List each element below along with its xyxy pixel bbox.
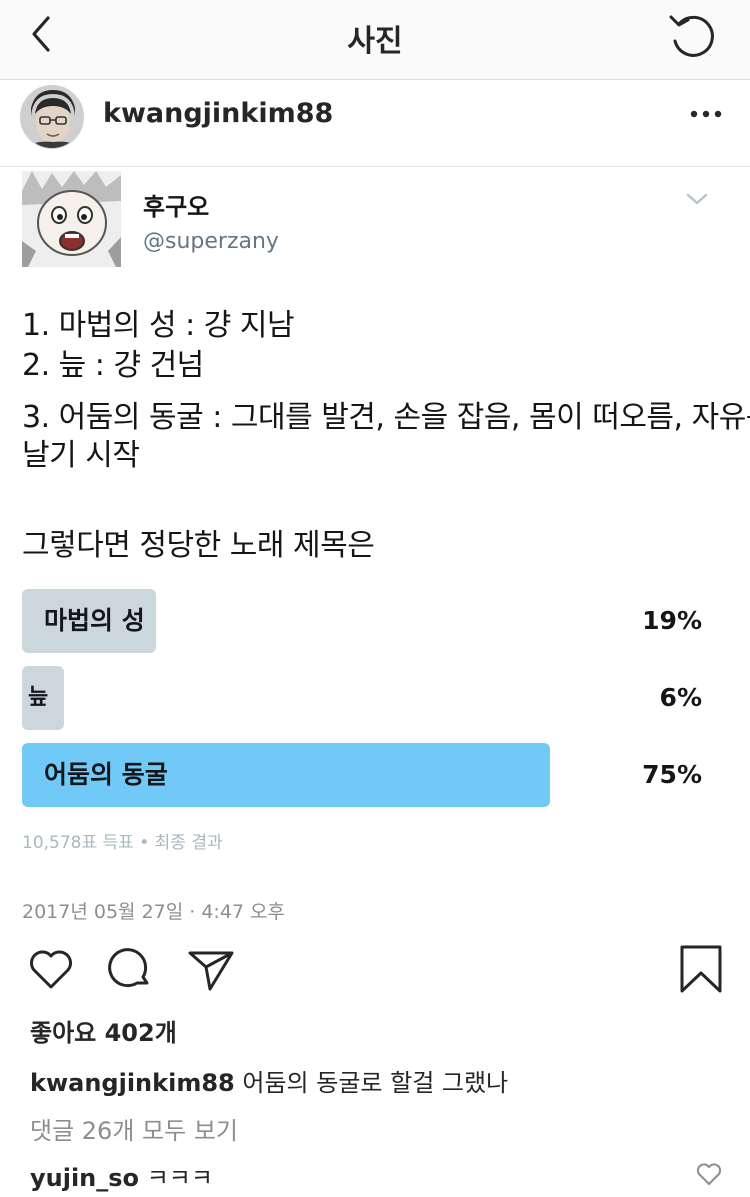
post-image[interactable]: 후구오 @superzany 1. 마법의 성 : 걍 지남 2. 늪 : 걍 … <box>0 167 750 933</box>
tweet-text-line: 2. 늪 : 걍 건넘 <box>22 348 204 383</box>
poll-option-label: 마법의 성 <box>44 606 145 635</box>
more-horizontal-icon[interactable] <box>686 102 726 126</box>
comment-text: ㅋㅋㅋ <box>146 1164 213 1192</box>
page-title: 사진 <box>347 24 403 59</box>
bookmark-icon[interactable] <box>674 943 728 995</box>
view-all-comments-link[interactable]: 댓글 26개 모두 보기 <box>30 1111 238 1146</box>
tweet-avatar <box>22 171 121 267</box>
top-nav-bar: 사진 <box>0 0 750 80</box>
caption-username[interactable]: kwangjinkim88 <box>30 1069 235 1097</box>
tweet-display-name: 후구오 <box>143 193 210 221</box>
poll-option-label: 어둠의 동굴 <box>44 760 168 789</box>
tweet-handle: @superzany <box>143 229 279 254</box>
poll-option-percent: 19% <box>642 606 702 635</box>
heart-icon[interactable] <box>694 1160 724 1188</box>
post-caption: kwangjinkim88 어둠의 동굴로 할걸 그랬나 <box>30 1063 508 1098</box>
poll-option-percent: 6% <box>659 683 702 712</box>
post-header: kwangjinkim88 <box>0 80 750 167</box>
comment-icon[interactable] <box>104 943 158 995</box>
avatar[interactable] <box>20 85 84 149</box>
heart-icon[interactable] <box>24 943 78 995</box>
poll-option-label: 늪 <box>28 685 49 710</box>
send-icon[interactable] <box>184 943 238 995</box>
comment: yujin_so ㅋㅋㅋ <box>30 1158 213 1193</box>
post-username[interactable]: kwangjinkim88 <box>103 98 333 129</box>
caption-text: 어둠의 동굴로 할걸 그랬나 <box>242 1069 509 1097</box>
refresh-icon[interactable] <box>664 8 720 60</box>
like-count[interactable]: 좋아요 402개 <box>30 1013 177 1048</box>
post-actions <box>0 933 750 1003</box>
tweet-timestamp: 2017년 05월 27일 · 4:47 오후 <box>22 901 286 923</box>
poll-meta: 10,578표 득표 • 최종 결과 <box>22 833 223 853</box>
chevron-down-icon <box>684 189 710 209</box>
poll-option-percent: 75% <box>642 760 702 789</box>
comment-username[interactable]: yujin_so <box>30 1164 139 1192</box>
tweet-text-line: 1. 마법의 성 : 걍 지남 <box>22 308 295 343</box>
tweet-text-line: 날기 시작 <box>22 438 140 473</box>
tweet-text-line: 그렇다면 정당한 노래 제목은 <box>22 528 375 563</box>
